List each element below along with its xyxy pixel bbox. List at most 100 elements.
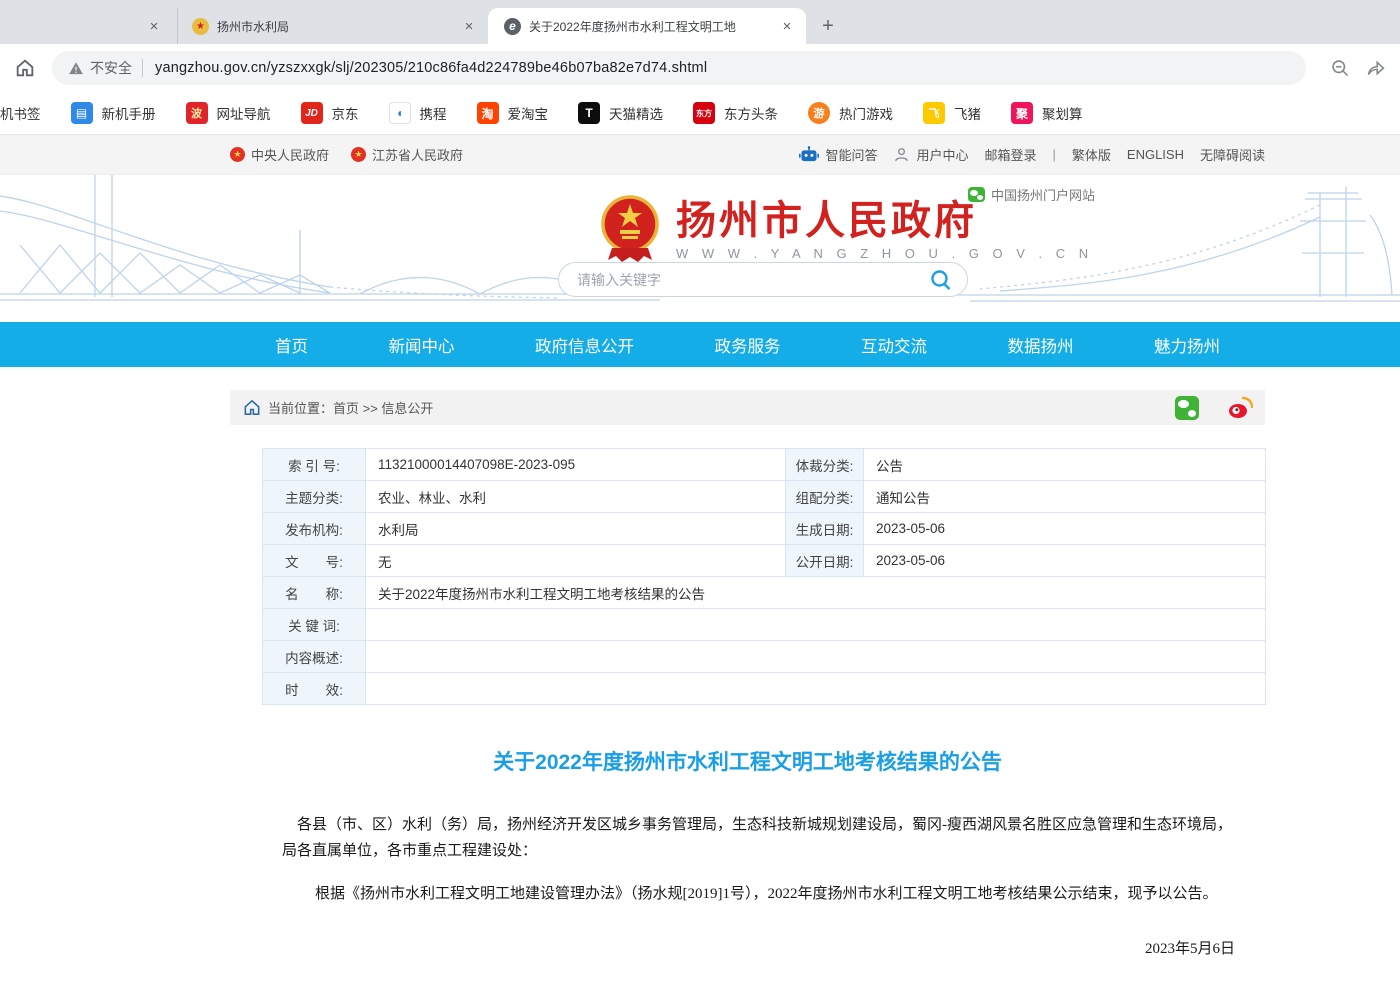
tab-partial[interactable]: ×	[0, 8, 178, 44]
meta-label: 生成日期:	[786, 513, 864, 545]
bookmark-juhuasuan[interactable]: 聚 聚划算	[1011, 102, 1083, 124]
bookmark-label: 飞猪	[954, 103, 981, 123]
page-content: 当前位置：首页 >> 信息公开 索 引 号: 11321000014407098…	[230, 390, 1265, 997]
site-search[interactable]	[558, 262, 968, 297]
security-label: 不安全	[90, 58, 132, 78]
meta-value	[366, 673, 1266, 705]
meta-value	[366, 641, 1266, 673]
article-title: 关于2022年度扬州市水利工程文明工地考核结果的公告	[230, 746, 1265, 776]
bookmark-ctrip[interactable]: ◖ 携程	[389, 102, 447, 124]
juhuasuan-icon: 聚	[1011, 102, 1033, 124]
nav-services[interactable]: 政务服务	[715, 333, 781, 357]
share-icon[interactable]	[1365, 58, 1386, 79]
meta-value: 农业、林业、水利	[366, 481, 786, 513]
address-bar[interactable]: 不安全 yangzhou.gov.cn/yzszxxgk/slj/202305/…	[52, 51, 1306, 85]
bookmark-site-nav[interactable]: 波 网址导航	[186, 102, 271, 124]
table-row: 时 效:	[263, 673, 1266, 705]
browser-tab-strip: × 扬州市水利局 × e 关于2022年度扬州市水利工程文明工地 × +	[0, 0, 1400, 44]
meta-label: 公开日期:	[786, 545, 864, 577]
table-row: 索 引 号: 11321000014407098E-2023-095 体裁分类:…	[263, 449, 1266, 481]
bookmark-games[interactable]: 游 热门游戏	[808, 102, 893, 124]
bookmark-jd[interactable]: JD 京东	[301, 102, 359, 124]
tab-announcement-active[interactable]: e 关于2022年度扬州市水利工程文明工地 ×	[488, 8, 806, 44]
link-central-gov[interactable]: ★ 中央人民政府	[230, 145, 329, 164]
meta-value	[366, 609, 1266, 641]
mail-login-link[interactable]: 邮箱登录	[984, 145, 1036, 164]
article-date: 2023年5月6日	[230, 937, 1235, 958]
national-emblem-icon	[598, 190, 662, 270]
traditional-link[interactable]: 繁体版	[1072, 145, 1111, 164]
warning-triangle-icon	[68, 61, 84, 76]
divider: |	[1053, 147, 1056, 162]
weibo-share-icon[interactable]	[1227, 396, 1253, 420]
search-input[interactable]	[577, 272, 929, 288]
article: 关于2022年度扬州市水利工程文明工地考核结果的公告 各县（市、区）水利（务）局…	[230, 746, 1265, 997]
bookmark-manual[interactable]: ▤ 新机手册	[71, 102, 156, 124]
games-icon: 游	[808, 102, 830, 124]
bookmark-label: 天猫精选	[609, 103, 663, 123]
wechat-share-icon[interactable]	[1175, 396, 1199, 420]
bookmark-label: 携程	[420, 103, 447, 123]
meta-value: 公告	[864, 449, 1266, 481]
document-meta-table: 索 引 号: 11321000014407098E-2023-095 体裁分类:…	[262, 448, 1266, 705]
nav-home[interactable]: 首页	[275, 333, 308, 357]
new-tab-button[interactable]: +	[814, 12, 842, 40]
user-center-link[interactable]: 用户中心	[893, 145, 968, 164]
tab-close-icon[interactable]: ×	[778, 17, 796, 35]
meta-label: 体裁分类:	[786, 449, 864, 481]
tab-close-icon[interactable]: ×	[145, 17, 163, 35]
home-icon[interactable]	[244, 400, 260, 415]
breadcrumb[interactable]: 当前位置：首页 >> 信息公开	[268, 398, 433, 417]
bookmark-tmall[interactable]: T 天猫精选	[578, 102, 663, 124]
wechat-icon	[968, 187, 985, 202]
browser-toolbar: 不安全 yangzhou.gov.cn/yzszxxgk/slj/202305/…	[0, 44, 1400, 92]
table-row: 内容概述:	[263, 641, 1266, 673]
site-name: 扬州市人民政府	[676, 200, 1093, 242]
bookmarks-bar: 机书签 ▤ 新机手册 波 网址导航 JD 京东 ◖ 携程 淘 爱淘宝 T 天猫精…	[0, 92, 1400, 135]
user-center-label: 用户中心	[916, 145, 968, 164]
bookmark-label: 新机手册	[102, 103, 156, 123]
security-warning[interactable]: 不安全	[68, 58, 142, 78]
nav-charm[interactable]: 魅力扬州	[1154, 333, 1220, 357]
tab-close-icon[interactable]: ×	[460, 17, 478, 35]
zoom-out-icon[interactable]	[1330, 58, 1351, 79]
meta-label: 内容概述:	[263, 641, 366, 673]
search-icon[interactable]	[929, 268, 953, 292]
bookmark-label: 网址导航	[217, 103, 271, 123]
nav-info-disclosure[interactable]: 政府信息公开	[535, 333, 634, 357]
portal-link-label: 中国扬州门户网站	[991, 185, 1095, 204]
jd-icon: JD	[301, 102, 323, 124]
link-label: 江苏省人民政府	[372, 145, 463, 164]
table-row: 主题分类: 农业、林业、水利 组配分类: 通知公告	[263, 481, 1266, 513]
meta-label: 时 效:	[263, 673, 366, 705]
nav-news[interactable]: 新闻中心	[389, 333, 455, 357]
meta-label: 组配分类:	[786, 481, 864, 513]
smart-qa-link[interactable]: 智能问答	[799, 145, 877, 164]
bookmark-label: 爱淘宝	[508, 103, 549, 123]
bookmark-phone-bookmarks[interactable]: 机书签	[0, 103, 41, 123]
manual-book-icon: ▤	[71, 102, 93, 124]
tmall-icon: T	[578, 102, 600, 124]
site-nav-icon: 波	[186, 102, 208, 124]
bookmark-eastday[interactable]: 东方 东方头条	[693, 102, 778, 124]
bookmark-label: 热门游戏	[839, 103, 893, 123]
bookmark-taobao[interactable]: 淘 爱淘宝	[477, 102, 549, 124]
portal-wechat-link[interactable]: 中国扬州门户网站	[968, 185, 1095, 204]
meta-value: 通知公告	[864, 481, 1266, 513]
url-text[interactable]: yangzhou.gov.cn/yzszxxgk/slj/202305/210c…	[155, 60, 707, 76]
meta-label: 索 引 号:	[263, 449, 366, 481]
link-jiangsu-gov[interactable]: ★ 江苏省人民政府	[351, 145, 463, 164]
meta-value: 关于2022年度扬州市水利工程文明工地考核结果的公告	[366, 577, 1266, 609]
tab-yangzhou-water-bureau[interactable]: 扬州市水利局 ×	[178, 8, 488, 44]
smart-qa-label: 智能问答	[825, 145, 877, 164]
gov-emblem-icon: ★	[351, 147, 366, 162]
home-icon[interactable]	[14, 57, 36, 79]
meta-value: 11321000014407098E-2023-095	[366, 449, 786, 481]
meta-label: 名 称:	[263, 577, 366, 609]
accessibility-link[interactable]: 无障碍阅读	[1200, 145, 1265, 164]
english-link[interactable]: ENGLISH	[1127, 147, 1184, 162]
nav-interaction[interactable]: 互动交流	[861, 333, 927, 357]
eastday-icon: 东方	[693, 102, 715, 124]
bookmark-fliggy[interactable]: 飞 飞猪	[923, 102, 981, 124]
nav-data[interactable]: 数据扬州	[1008, 333, 1074, 357]
